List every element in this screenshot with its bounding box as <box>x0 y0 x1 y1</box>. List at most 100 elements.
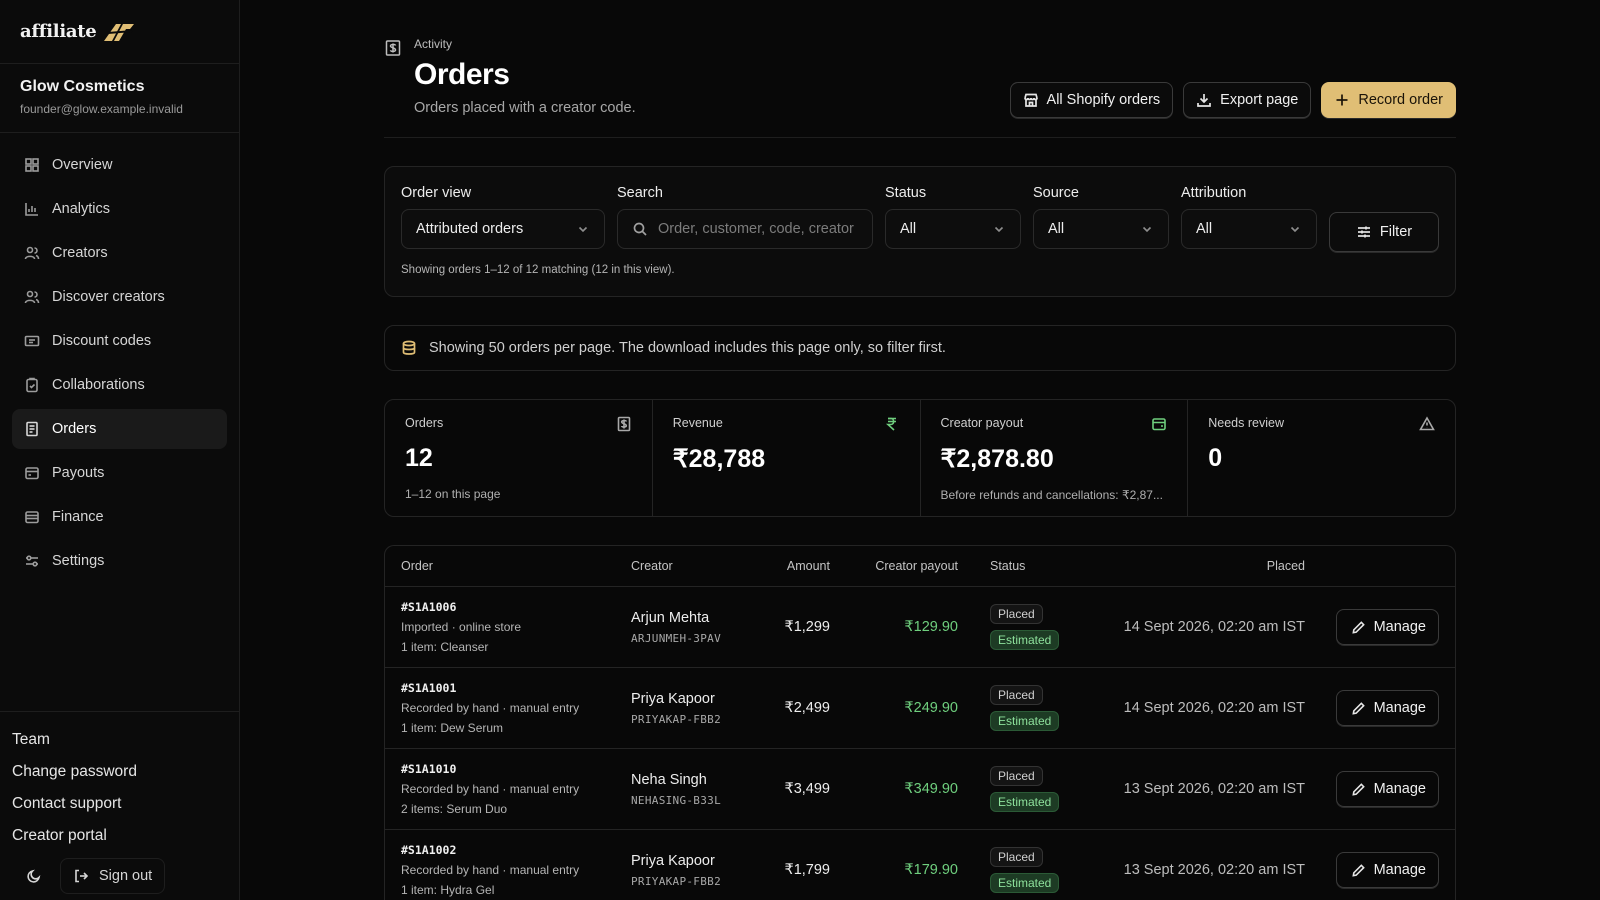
stat-footnote: 1–12 on this page <box>405 487 501 501</box>
column-header-placed[interactable]: Placed <box>1090 559 1305 573</box>
order-items: 1 item: Hydra Gel <box>401 883 495 897</box>
source-field: Source All <box>1033 185 1169 252</box>
order-amount: ₹1,299 <box>784 619 830 635</box>
stat-value: 0 <box>1208 444 1223 472</box>
sidebar-item-label: Overview <box>52 157 113 173</box>
sidebar-item-label: Creators <box>52 245 108 261</box>
order-amount: ₹3,499 <box>784 781 830 797</box>
column-header-order[interactable]: Order <box>385 559 631 573</box>
sidebar-item-discover-creators[interactable]: Discover creators <box>12 277 227 317</box>
sidebar-item-finance[interactable]: Finance <box>12 497 227 537</box>
source-select[interactable]: All <box>1033 209 1169 249</box>
order-items: 1 item: Cleanser <box>401 640 489 654</box>
stat-label: Needs review <box>1208 416 1284 430</box>
contact-support-link[interactable]: Contact support <box>12 788 227 820</box>
manage-button[interactable]: Manage <box>1335 609 1439 645</box>
stat-footnote: Before refunds and cancellations: ₹2,87.… <box>940 488 1163 502</box>
notice-text: Showing 50 orders per page. The download… <box>429 340 946 356</box>
attribution-label: Attribution <box>1181 185 1247 201</box>
sign-out-button[interactable]: Sign out <box>60 858 166 894</box>
source-label: Source <box>1033 185 1079 201</box>
manage-label: Manage <box>1373 700 1426 716</box>
manage-label: Manage <box>1373 619 1426 635</box>
sidebar-item-analytics[interactable]: Analytics <box>12 189 227 229</box>
attribution-field: Attribution All <box>1181 185 1317 252</box>
brand-logo-icon <box>104 23 135 41</box>
user-search-icon <box>24 290 40 304</box>
stat-label: Orders <box>405 416 444 430</box>
order-id[interactable]: #S1A1001 <box>401 681 631 695</box>
filter-button-label: Filter <box>1379 224 1413 240</box>
receipt-icon <box>26 421 38 437</box>
table-header: Order Creator Amount Creator payout Stat… <box>385 546 1455 587</box>
manage-label: Manage <box>1373 862 1426 878</box>
manage-button[interactable]: Manage <box>1335 852 1439 888</box>
stat-label: Revenue <box>672 416 723 430</box>
sidebar-item-label: Orders <box>52 421 97 437</box>
creator-code: NEHASING-B33L <box>631 793 721 807</box>
attribution-select[interactable]: All <box>1181 209 1317 249</box>
pencil-icon <box>1351 701 1365 715</box>
ticket-icon <box>24 335 40 347</box>
order-source: Recorded by hand · manual entry <box>401 782 580 796</box>
column-header-creator[interactable]: Creator <box>631 559 757 573</box>
manage-button[interactable]: Manage <box>1335 771 1439 807</box>
status-field: Status All <box>885 185 1021 252</box>
creator-portal-link[interactable]: Creator portal <box>12 820 227 852</box>
search-input[interactable]: Order, customer, code, creator <box>617 209 873 249</box>
account-info: Glow Cosmetics founder@glow.example.inva… <box>0 64 239 133</box>
sidebar-item-settings[interactable]: Settings <box>12 541 227 581</box>
pencil-icon <box>1351 863 1365 877</box>
rupee-icon <box>885 417 896 431</box>
order-amount: ₹2,499 <box>784 700 830 716</box>
stat-orders: Orders 12 1–12 on this page <box>385 400 653 516</box>
search-field: Search Order, customer, code, creator <box>617 185 873 252</box>
filter-button[interactable]: Filter <box>1329 212 1439 252</box>
order-view-select[interactable]: Attributed orders <box>401 209 605 249</box>
database-icon <box>402 340 416 355</box>
creator-payout: ₹129.90 <box>904 619 958 635</box>
sidebar-item-collaborations[interactable]: Collaborations <box>12 365 227 405</box>
status-select[interactable]: All <box>885 209 1021 249</box>
main-content: Activity Orders Orders placed with a cre… <box>240 0 1600 900</box>
page-title: Orders <box>414 58 510 91</box>
stat-value: ₹2,878.80 <box>940 445 1054 473</box>
sidebar-footer: Team Change password Contact support Cre… <box>0 711 239 894</box>
record-order-button[interactable]: Record order <box>1321 82 1456 118</box>
order-id[interactable]: #S1A1010 <box>401 762 631 776</box>
page-header: Activity Orders Orders placed with a cre… <box>384 0 1456 138</box>
theme-toggle-button[interactable] <box>16 858 52 894</box>
sidebar-item-label: Payouts <box>52 465 105 481</box>
stat-needs-review: Needs review 0 <box>1188 400 1455 516</box>
download-icon <box>1197 94 1212 107</box>
sidebar-item-payouts[interactable]: Payouts <box>12 453 227 493</box>
sidebar-item-overview[interactable]: Overview <box>12 145 227 185</box>
creator-code: PRIYAKAP-FBB2 <box>631 712 721 726</box>
column-header-creator-payout[interactable]: Creator payout <box>830 559 958 573</box>
order-id[interactable]: #S1A1002 <box>401 843 631 857</box>
sidebar-item-label: Collaborations <box>52 377 145 393</box>
all-shopify-orders-button[interactable]: All Shopify orders <box>1009 82 1174 118</box>
pencil-icon <box>1351 620 1365 634</box>
column-header-status[interactable]: Status <box>958 559 1090 573</box>
payout-status-badge: Estimated <box>990 792 1060 812</box>
sidebar-item-discount-codes[interactable]: Discount codes <box>12 321 227 361</box>
plus-icon <box>1336 94 1348 106</box>
order-id[interactable]: #S1A1006 <box>401 600 631 614</box>
sidebar-item-creators[interactable]: Creators <box>12 233 227 273</box>
orders-table: Order Creator Amount Creator payout Stat… <box>384 545 1456 900</box>
results-summary: Showing orders 1–12 of 12 matching (12 i… <box>401 264 675 276</box>
search-label: Search <box>617 185 663 201</box>
manage-button[interactable]: Manage <box>1335 690 1439 726</box>
sidebar-item-orders[interactable]: Orders <box>12 409 227 449</box>
team-link[interactable]: Team <box>12 724 227 756</box>
column-header-amount[interactable]: Amount <box>757 559 830 573</box>
brand[interactable]: affiliate <box>0 0 239 64</box>
change-password-link[interactable]: Change password <box>12 756 227 788</box>
table-row: #S1A1001 Recorded by hand · manual entry… <box>385 668 1455 749</box>
export-page-button[interactable]: Export page <box>1183 82 1312 118</box>
creator-payout: ₹349.90 <box>904 781 958 797</box>
stat-value: ₹28,788 <box>672 445 766 473</box>
placed-date: 14 Sept 2026, 02:20 am IST <box>1123 619 1305 635</box>
bar-chart-icon <box>25 203 38 216</box>
